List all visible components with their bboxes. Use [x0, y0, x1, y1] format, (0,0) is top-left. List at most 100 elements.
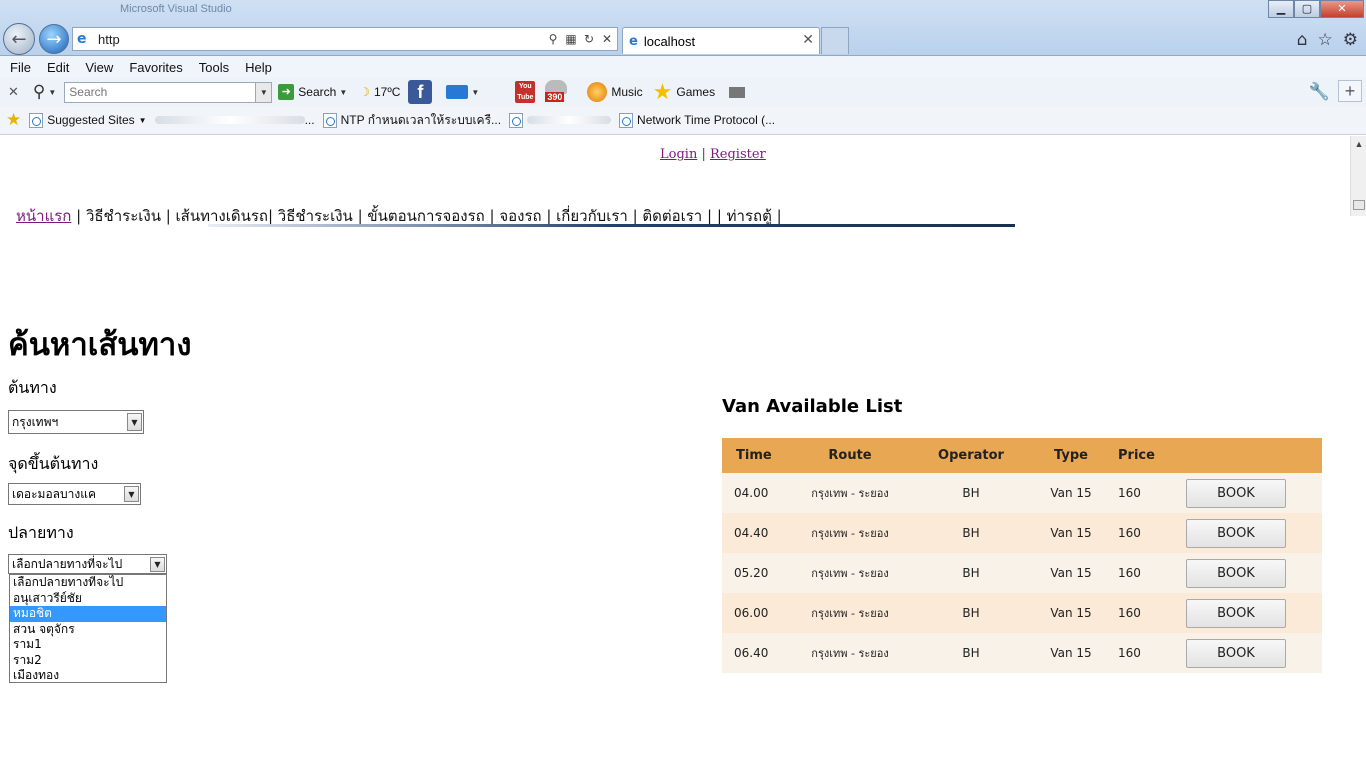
- forward-button[interactable]: →: [39, 24, 69, 54]
- chevron-down-icon[interactable]: ▼: [150, 557, 165, 572]
- nav-items[interactable]: | วิธีชำระเงิน | เส้นทางเดินรถ| วิธีชำระ…: [71, 207, 782, 225]
- menu-bar: File Edit View Favorites Tools Help: [0, 56, 1366, 78]
- header-price: Price: [1118, 448, 1155, 463]
- cell-route: กรุงเทพ - ระยอง: [811, 607, 889, 620]
- favorites-add-icon[interactable]: ★: [6, 110, 21, 130]
- scroll-thumb[interactable]: [1353, 200, 1365, 210]
- favorites-bar: ★ Suggested Sites ▼ ... NTP กำหนดเวลาให้…: [0, 106, 1366, 135]
- cell-operator: BH: [962, 566, 980, 580]
- fav-blurred-item[interactable]: ...: [154, 113, 315, 127]
- address-bar[interactable]: e http ⚲ ▦ ↻ ✕: [72, 27, 618, 51]
- origin-label: ต้นทาง: [8, 378, 57, 397]
- minimize-button[interactable]: ▁: [1268, 0, 1294, 18]
- book-button[interactable]: BOOK: [1186, 638, 1286, 668]
- page-scrollbar[interactable]: ▲: [1350, 136, 1366, 216]
- page-title: ค้นหาเส้นทาง: [8, 327, 192, 363]
- menu-favorites[interactable]: Favorites: [129, 60, 182, 75]
- chevron-down-icon[interactable]: ▼: [127, 413, 142, 431]
- search-button[interactable]: Search: [298, 85, 336, 99]
- book-button[interactable]: BOOK: [1186, 478, 1286, 508]
- wrench-icon[interactable]: 🔧: [1309, 82, 1330, 102]
- auth-separator: |: [701, 147, 706, 162]
- add-button[interactable]: +: [1338, 80, 1362, 102]
- arrow-right-icon: →: [46, 28, 62, 50]
- dest-option[interactable]: เลือกปลายทางที่จะไป: [10, 575, 166, 591]
- back-button[interactable]: ←: [3, 23, 35, 55]
- cell-type: Van 15: [1050, 526, 1092, 540]
- cell-operator: BH: [962, 606, 980, 620]
- book-button[interactable]: BOOK: [1186, 518, 1286, 548]
- menu-file[interactable]: File: [10, 60, 31, 75]
- cell-type: Van 15: [1050, 486, 1092, 500]
- close-toolbar-icon[interactable]: ✕: [8, 84, 19, 100]
- search-dropdown-button[interactable]: ▼: [256, 81, 273, 103]
- gear-icon[interactable]: ⚙: [1343, 30, 1358, 50]
- fav-network-time[interactable]: Network Time Protocol (...: [619, 112, 775, 128]
- home-icon[interactable]: ⌂: [1297, 30, 1308, 50]
- maximize-button[interactable]: ▢: [1294, 0, 1320, 18]
- origin-select[interactable]: กรุงเทพฯ ▼: [8, 410, 144, 434]
- header-operator: Operator: [938, 448, 1004, 463]
- games-star-icon[interactable]: ★: [653, 80, 673, 105]
- auth-links: Login | Register: [660, 147, 766, 162]
- van-table: Time Route Operator Type Price 04.00 กรุ…: [722, 438, 1322, 673]
- dest-option-highlighted[interactable]: หมอชิต: [10, 606, 166, 622]
- refresh-icon[interactable]: ↻: [581, 32, 597, 46]
- tab-localhost[interactable]: e localhost ✕: [622, 27, 820, 54]
- games-link[interactable]: Games: [676, 85, 715, 99]
- scroll-up-icon[interactable]: ▲: [1351, 136, 1366, 152]
- cell-price: 160: [1118, 566, 1141, 580]
- pickup-select[interactable]: เดอะมอลบางแค ▼: [8, 483, 141, 505]
- dest-option[interactable]: อนุเสาวรีย์ชัย: [10, 591, 166, 607]
- chevron-down-icon[interactable]: ▼: [124, 486, 139, 502]
- compatibility-icon[interactable]: ▦: [563, 32, 579, 46]
- menu-tools[interactable]: Tools: [199, 60, 229, 75]
- music-link[interactable]: Music: [611, 85, 642, 99]
- ie-page-icon: e: [629, 33, 638, 49]
- dest-option[interactable]: ราม1: [10, 637, 166, 653]
- table-row: 05.20 กรุงเทพ - ระยอง BH Van 15 160 BOOK: [722, 553, 1322, 593]
- cell-price: 160: [1118, 606, 1141, 620]
- dest-option[interactable]: เมืองทอง: [10, 668, 166, 684]
- book-button[interactable]: BOOK: [1186, 558, 1286, 588]
- cell-route: กรุงเทพ - ระยอง: [811, 527, 889, 540]
- destination-select[interactable]: เลือกปลายทางที่จะไป ▼: [8, 554, 167, 574]
- menu-view[interactable]: View: [85, 60, 113, 75]
- cell-type: Van 15: [1050, 566, 1092, 580]
- new-tab-button[interactable]: [821, 27, 849, 54]
- fav-blurred-item-2[interactable]: [509, 112, 612, 128]
- address-url[interactable]: http: [98, 32, 545, 47]
- dest-option[interactable]: สวน จตุจักร: [10, 622, 166, 638]
- fav-suggested-sites[interactable]: Suggested Sites ▼: [29, 112, 147, 128]
- menu-help[interactable]: Help: [245, 60, 272, 75]
- toolbar-search-input[interactable]: [64, 81, 257, 103]
- chevron-down-icon[interactable]: ▼: [48, 88, 56, 97]
- chevron-down-icon[interactable]: ▼: [471, 88, 479, 97]
- menu-edit[interactable]: Edit: [47, 60, 69, 75]
- notification-badge-icon[interactable]: 390: [543, 80, 569, 104]
- close-window-button[interactable]: ✕: [1320, 0, 1364, 18]
- book-button[interactable]: BOOK: [1186, 598, 1286, 628]
- facebook-icon[interactable]: f: [408, 80, 433, 104]
- close-tab-icon[interactable]: ✕: [802, 32, 814, 48]
- favorites-star-icon[interactable]: ☆: [1318, 30, 1333, 50]
- search-go-icon[interactable]: ➜: [278, 84, 295, 100]
- cell-time: 06.40: [734, 646, 769, 660]
- nav-home[interactable]: หน้าแรก: [16, 207, 71, 225]
- fav-ntp[interactable]: NTP กำหนดเวลาให้ระบบเครื...: [322, 111, 501, 130]
- chevron-down-icon[interactable]: ▼: [339, 88, 347, 97]
- login-link[interactable]: Login: [660, 147, 697, 162]
- search-icon[interactable]: ⚲: [545, 32, 561, 46]
- search-icon[interactable]: ⚲: [33, 82, 45, 102]
- toolbar-square-icon[interactable]: [729, 86, 746, 98]
- weather-temp[interactable]: 17ºC: [374, 85, 400, 99]
- cell-type: Van 15: [1050, 606, 1092, 620]
- register-link[interactable]: Register: [710, 147, 766, 162]
- pickup-value: เดอะมอลบางแค: [12, 486, 96, 501]
- mail-icon[interactable]: [446, 85, 469, 99]
- fav-suggested-label: Suggested Sites: [47, 113, 135, 127]
- dest-option[interactable]: ราม2: [10, 653, 166, 669]
- youtube-icon[interactable]: You Tube: [515, 81, 536, 103]
- music-icon[interactable]: [587, 82, 608, 102]
- stop-icon[interactable]: ✕: [599, 32, 615, 46]
